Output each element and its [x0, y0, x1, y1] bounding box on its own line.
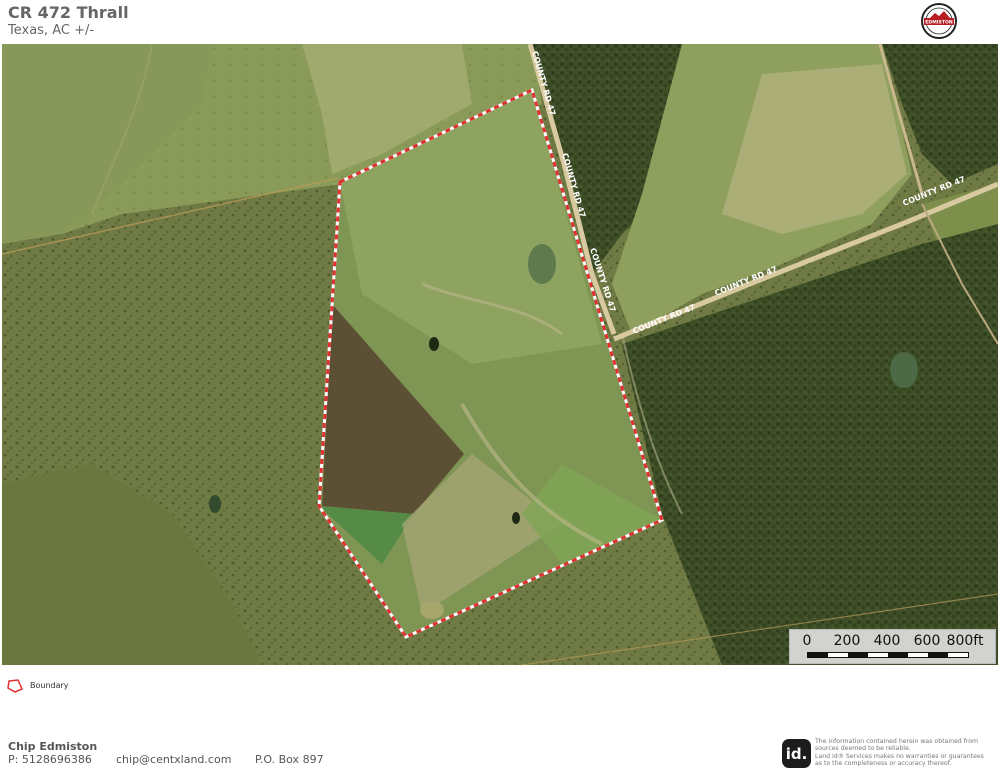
- disclaimer-line: Land id® Services makes no warranties or…: [815, 752, 984, 760]
- satellite-imagery: COUNTY RD 47 COUNTY RD 47 COUNTY RD 47 C…: [2, 44, 998, 665]
- agent-phone: P: 5128696386: [8, 753, 92, 766]
- page-title: CR 472 Thrall: [8, 3, 129, 22]
- agent-address: P.O. Box 897: [255, 753, 324, 766]
- scale-tick: 200: [833, 633, 861, 649]
- scale-tick: 800ft: [946, 633, 984, 649]
- aerial-map[interactable]: COUNTY RD 47 COUNTY RD 47 COUNTY RD 47 C…: [2, 44, 998, 665]
- disclaimer-line: sources deemed to be reliable.: [815, 745, 911, 753]
- page-header: CR 472 Thrall Texas, AC +/- EDMISTON: [0, 0, 1000, 44]
- scale-tick: 600: [913, 633, 941, 649]
- page-subtitle: Texas, AC +/-: [8, 23, 95, 38]
- landid-logo: id.: [782, 739, 811, 768]
- map-scale-bar: 0 200 400 600 800ft: [789, 629, 996, 664]
- svg-text:EDMISTON: EDMISTON: [925, 20, 953, 26]
- disclaimer-line: The information contained herein was obt…: [815, 738, 979, 745]
- legend-label-boundary: Boundary: [30, 681, 69, 690]
- disclaimer-line: as to the completeness or accuracy there…: [815, 760, 952, 768]
- scale-tick: 0: [802, 633, 812, 649]
- brand-logo: EDMISTON: [921, 3, 957, 39]
- boundary-legend-icon: [7, 679, 23, 693]
- scale-tick: 400: [873, 633, 901, 649]
- scale-bar-graphic: [807, 652, 969, 658]
- disclaimer-text: The information contained herein was obt…: [815, 738, 995, 768]
- agent-email[interactable]: chip@centxland.com: [116, 753, 231, 766]
- agent-name: Chip Edmiston: [8, 740, 98, 753]
